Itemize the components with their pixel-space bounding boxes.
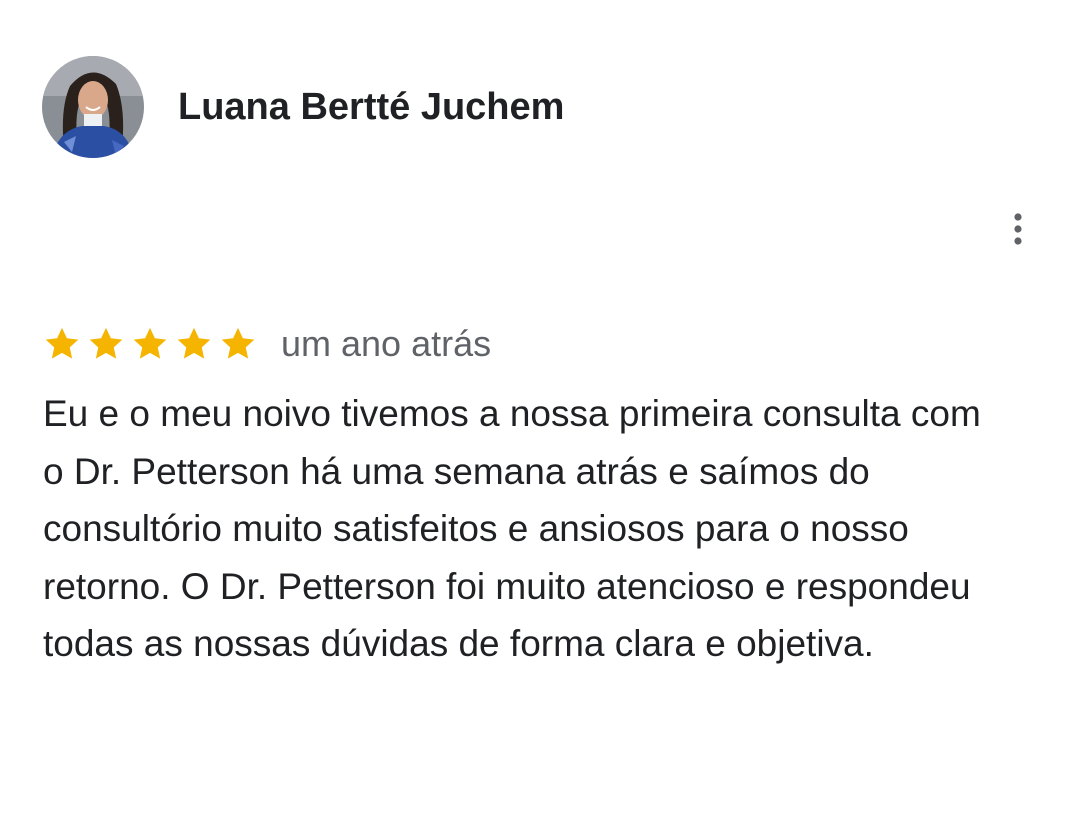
reviewer-name[interactable]: Luana Bertté Juchem <box>178 86 564 129</box>
star-rating <box>43 325 257 363</box>
more-options-button[interactable] <box>996 206 1040 252</box>
review-text: Eu e o meu noivo tivemos a nossa primeir… <box>43 393 981 664</box>
star-icon <box>219 325 257 363</box>
review-card: Luana Bertté Juchem um ano atrás Eu e o … <box>0 0 1080 834</box>
rating-row: um ano atrás <box>43 322 491 366</box>
avatar-photo-icon <box>42 56 144 158</box>
reviewer-avatar[interactable] <box>42 56 144 158</box>
star-icon <box>43 325 81 363</box>
star-icon <box>87 325 125 363</box>
star-icon <box>175 325 213 363</box>
star-icon <box>131 325 169 363</box>
review-date: um ano atrás <box>281 323 492 364</box>
more-vert-icon <box>1014 213 1022 245</box>
